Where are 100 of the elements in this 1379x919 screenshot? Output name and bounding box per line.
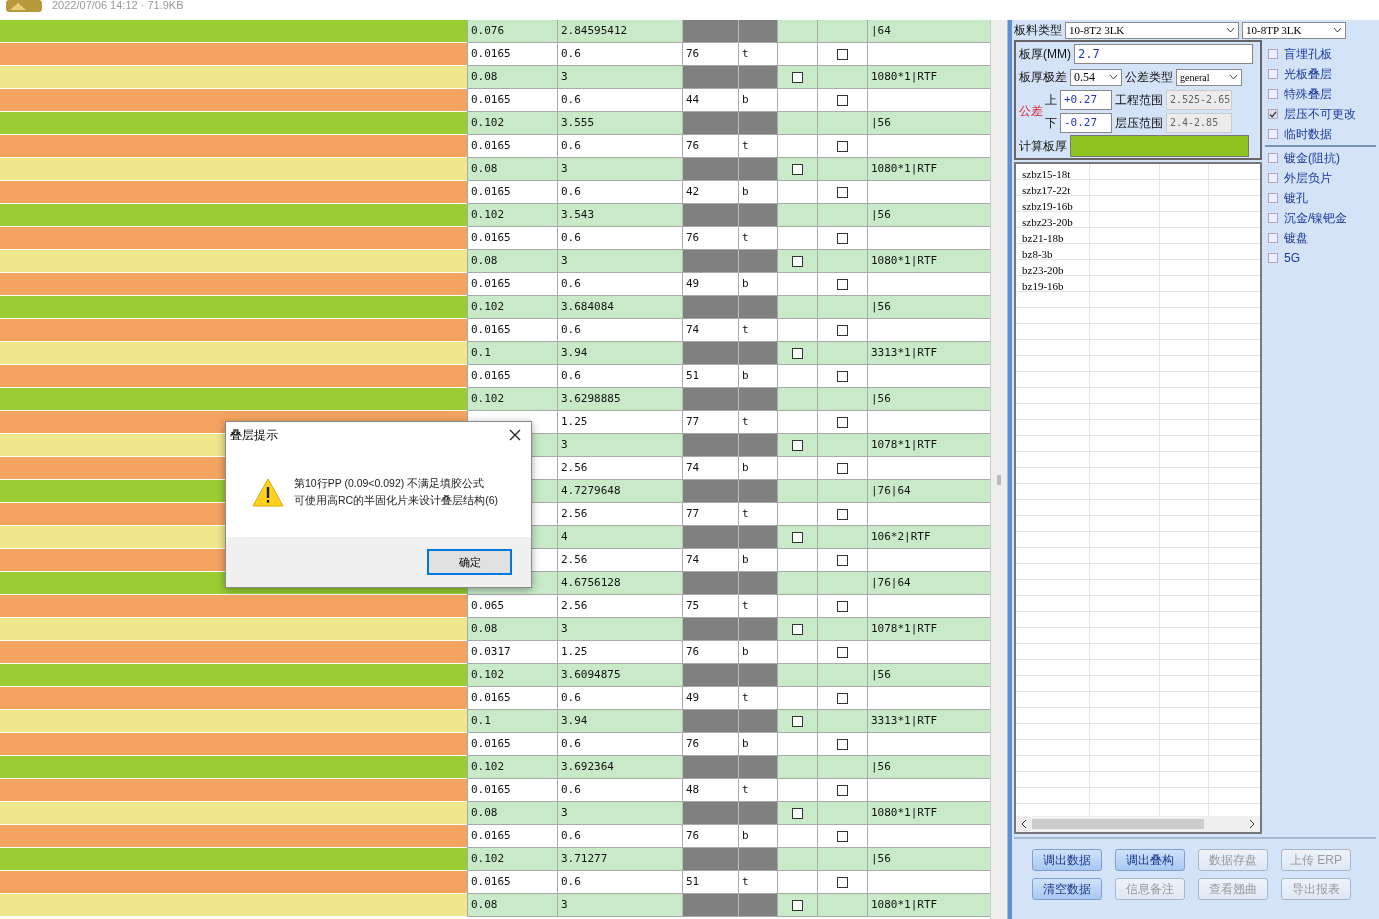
table-cell: 3.6094875 [557, 664, 682, 687]
list-item[interactable]: szbz19-16b [1016, 198, 1073, 214]
checkbox[interactable] [837, 48, 848, 60]
checkbox[interactable] [792, 255, 803, 267]
checkbox[interactable] [792, 439, 803, 451]
close-icon[interactable] [509, 429, 521, 441]
table-cell: 0.0165 [467, 687, 557, 710]
checkbox[interactable] [1268, 193, 1278, 203]
checkbox[interactable] [837, 508, 848, 520]
checkbox[interactable] [837, 830, 848, 842]
action-button[interactable]: 调出叠构 [1115, 849, 1185, 871]
action-button[interactable]: 调出数据 [1032, 849, 1102, 871]
table-cell: 3313*1|RTF [867, 342, 990, 365]
table-cell: b [738, 457, 777, 480]
table-cell: 76 [682, 43, 738, 66]
tolerance-type-select[interactable]: general [1176, 68, 1242, 86]
checkbox[interactable] [1268, 69, 1278, 79]
table-cell: 0.0165 [467, 89, 557, 112]
checkbox[interactable] [837, 370, 848, 382]
table-cell: b [738, 825, 777, 848]
table-cell: 0.08 [467, 894, 557, 917]
checkbox[interactable] [792, 531, 803, 543]
table-cell: 0.0165 [467, 273, 557, 296]
table-cell: |56 [867, 848, 990, 871]
thickness-field[interactable]: 2.7 [1074, 44, 1253, 64]
table-cell: 1.25 [557, 411, 682, 434]
checkbox[interactable] [837, 140, 848, 152]
checkbox[interactable] [792, 347, 803, 359]
checkbox[interactable] [792, 623, 803, 635]
checkbox-label: 层压不可更改 [1284, 105, 1356, 123]
checkbox[interactable] [837, 232, 848, 244]
table-cell: 0.0165 [467, 825, 557, 848]
checkbox[interactable] [837, 186, 848, 198]
table-cell: 2.56 [557, 457, 682, 480]
table-cell [682, 20, 738, 43]
upper-tolerance-field[interactable]: +0.27 [1060, 90, 1112, 110]
ok-button[interactable]: 确定 [427, 549, 512, 575]
list-item[interactable]: bz8-3b [1016, 246, 1053, 262]
list-item[interactable]: bz23-20b [1016, 262, 1064, 278]
checkbox[interactable] [837, 876, 848, 888]
checkbox[interactable] [792, 807, 803, 819]
checkbox[interactable] [792, 715, 803, 727]
checkbox[interactable] [1268, 153, 1278, 163]
checkbox[interactable] [1268, 253, 1278, 263]
table-cell: b [738, 89, 777, 112]
table-cell: 76 [682, 135, 738, 158]
checkbox[interactable] [837, 600, 848, 612]
scrollbar[interactable] [1016, 816, 1260, 832]
list-item[interactable]: szbz17-22t [1016, 182, 1071, 198]
checkbox[interactable] [792, 163, 803, 175]
list-item[interactable]: bz19-16b [1016, 278, 1064, 294]
field-label: 层压范围 [1115, 114, 1163, 132]
checkbox[interactable] [837, 324, 848, 336]
list-item[interactable]: szbz15-18t [1016, 166, 1071, 182]
table-cell: 74 [682, 457, 738, 480]
table-cell: 3.684084 [557, 296, 682, 319]
table-cell: t [738, 871, 777, 894]
checkbox[interactable] [1268, 109, 1278, 119]
table-cell: 3313*1|RTF [867, 710, 990, 733]
table-cell: 2.84595412 [557, 20, 682, 43]
checkbox[interactable] [837, 784, 848, 796]
table-cell: 3 [557, 158, 682, 181]
table-cell: b [738, 181, 777, 204]
checkbox[interactable] [1268, 89, 1278, 99]
scrollbar[interactable] [990, 20, 1008, 919]
table-cell: 0.102 [467, 756, 557, 779]
list-item[interactable]: bz21-18b [1016, 230, 1064, 246]
table-cell: 2.56 [557, 595, 682, 618]
lower-tolerance-field[interactable]: -0.27 [1060, 113, 1112, 133]
list-item[interactable]: szbz23-20b [1016, 214, 1073, 230]
table-cell: |56 [867, 756, 990, 779]
checkbox[interactable] [1268, 233, 1278, 243]
table-cell: 0.0165 [467, 365, 557, 388]
checkbox[interactable] [1268, 213, 1278, 223]
table-cell: 4.7279648 [557, 480, 682, 503]
table-cell [682, 802, 738, 825]
checkbox[interactable] [837, 692, 848, 704]
checkbox[interactable] [837, 94, 848, 106]
checkbox[interactable] [837, 462, 848, 474]
table-cell: 3 [557, 618, 682, 641]
checkbox[interactable] [792, 899, 803, 911]
checkbox[interactable] [792, 71, 803, 83]
table-cell [777, 664, 817, 687]
checkbox[interactable] [837, 278, 848, 290]
checkbox[interactable] [1268, 129, 1278, 139]
checkbox[interactable] [1268, 49, 1278, 59]
table-cell [777, 480, 817, 503]
table-cell: 0.0165 [467, 319, 557, 342]
checkbox[interactable] [837, 554, 848, 566]
table-cell: 1078*1|RTF [867, 618, 990, 641]
table-cell: t [738, 411, 777, 434]
range-select[interactable]: 0.54 [1070, 68, 1122, 86]
checkbox[interactable] [837, 646, 848, 658]
table-cell: 1080*1|RTF [867, 66, 990, 89]
checkbox[interactable] [1268, 173, 1278, 183]
checkbox[interactable] [837, 738, 848, 750]
action-button[interactable]: 清空数据 [1032, 878, 1102, 900]
material-select[interactable]: 10-8TP 3LK [1242, 21, 1346, 39]
material-select[interactable]: 10-8T2 3LK [1065, 21, 1239, 39]
checkbox[interactable] [837, 416, 848, 428]
